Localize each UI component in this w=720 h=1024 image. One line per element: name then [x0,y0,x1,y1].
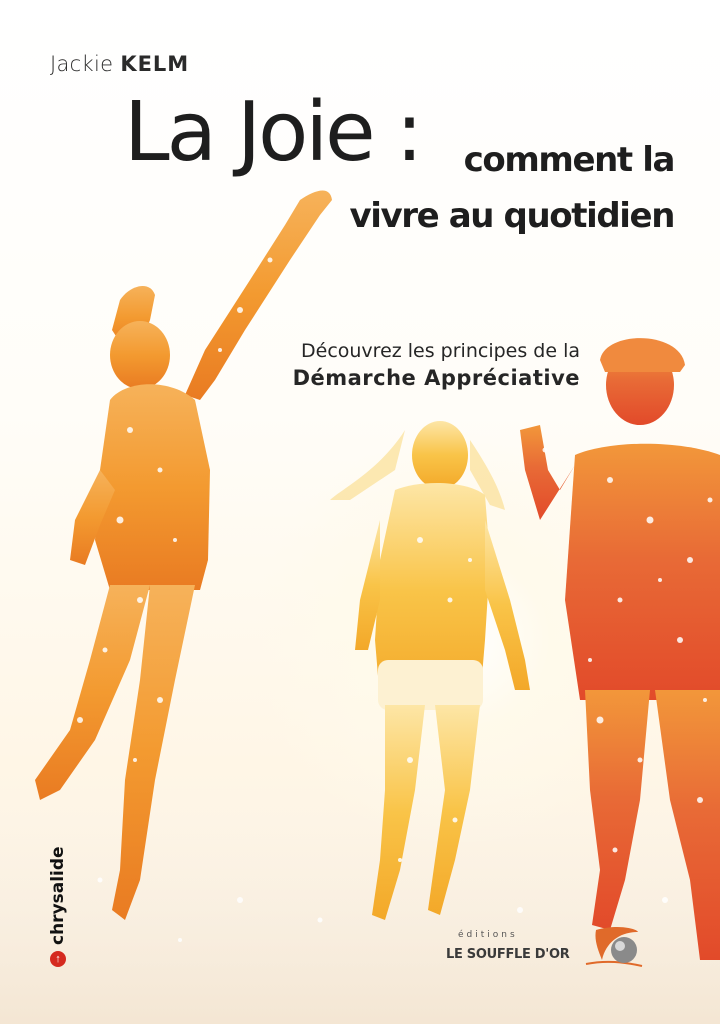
publisher-logo: éditions LE SOUFFLE D'OR [436,920,676,980]
collection-mark: chrysalide ↑ [34,835,82,967]
book-title: La Joie : [124,85,423,180]
publisher-editions-label: éditions [458,930,518,940]
subtitle-line2: Démarche Appréciative [292,366,580,390]
collection-name: chrysalide [48,846,68,945]
book-cover: Jackie KELM La Joie : comment la vivre a… [0,0,720,1024]
author-name: Jackie KELM [50,52,189,76]
publisher-name: LE SOUFFLE D'OR [446,947,570,962]
subtitle-line1: Découvrez les principes de la [301,340,580,362]
author-last-name: KELM [120,52,190,76]
book-title-continuation-line2: vivre au quotidien [349,196,676,236]
arrow-up-icon: ↑ [50,951,66,967]
book-title-continuation-line1: comment la [463,140,676,180]
author-first-name: Jackie [50,52,114,76]
publisher-swoosh-icon [585,926,643,967]
